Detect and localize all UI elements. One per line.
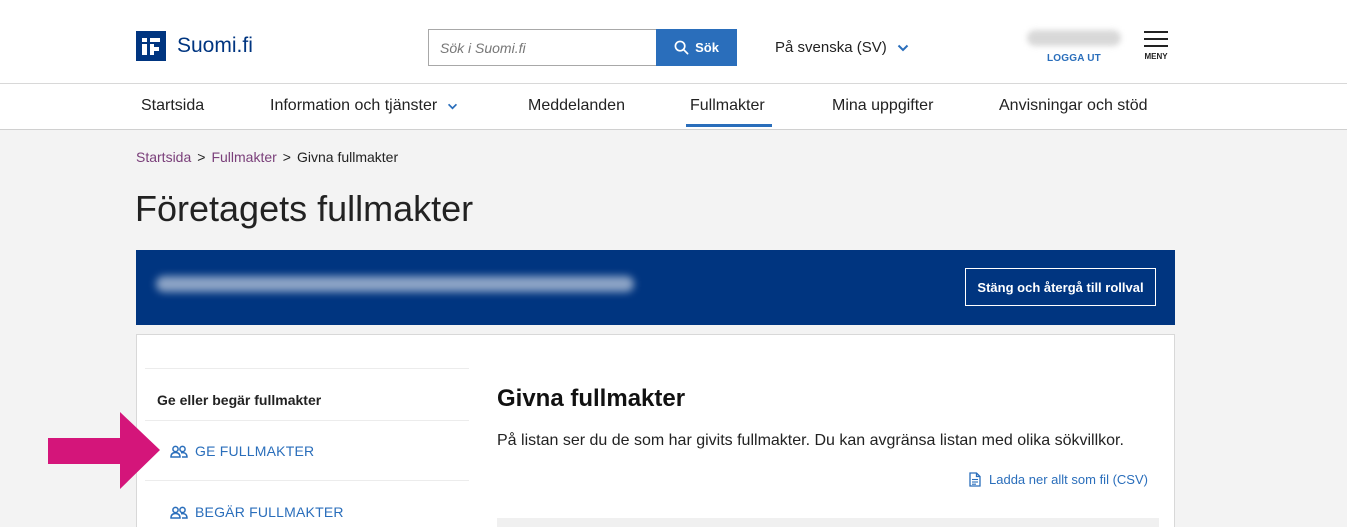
hamburger-icon xyxy=(1143,31,1169,47)
nav-item-label: Meddelanden xyxy=(528,97,625,114)
search-button-label: Sök xyxy=(695,40,719,55)
close-and-return-button[interactable]: Stäng och återgå till rollval xyxy=(965,268,1156,306)
search-input[interactable] xyxy=(428,29,656,66)
chevron-down-icon xyxy=(448,103,458,109)
nav-item-label: Mina uppgifter xyxy=(832,97,934,114)
menu-button[interactable]: MENY xyxy=(1143,31,1169,61)
sidebar-link-ge-fullmakter[interactable]: GE FULLMAKTER xyxy=(170,443,314,459)
sidebar-link-label: BEGÄR FULLMAKTER xyxy=(195,504,344,520)
breadcrumb-separator: > xyxy=(197,149,206,165)
logo-text: Suomi.fi xyxy=(177,34,253,57)
breadcrumb-separator: > xyxy=(282,149,291,165)
breadcrumb-current: Givna fullmakter xyxy=(296,149,399,165)
nav-active-indicator xyxy=(686,124,772,127)
download-csv-link[interactable]: Ladda ner allt som fil (CSV) xyxy=(969,472,1148,487)
users-icon xyxy=(170,506,188,519)
sidebar-heading: Ge eller begär fullmakter xyxy=(157,392,322,408)
sidebar-divider xyxy=(145,420,469,421)
menu-label: MENY xyxy=(1144,52,1168,61)
sidebar-link-begar-fullmakter[interactable]: BEGÄR FULLMAKTER xyxy=(170,504,344,520)
search-bar: Sök xyxy=(428,29,737,66)
chevron-down-icon xyxy=(897,44,908,51)
role-banner-text-redacted xyxy=(156,276,634,292)
logout-link[interactable]: LOGGA UT xyxy=(1026,53,1122,64)
sidebar-link-label: GE FULLMAKTER xyxy=(195,443,315,459)
user-account: LOGGA UT xyxy=(1026,30,1122,64)
language-label: På svenska (SV) xyxy=(775,39,887,56)
user-name-redacted xyxy=(1027,30,1121,46)
nav-item-anvisningar[interactable]: Anvisningar och stöd xyxy=(999,97,1148,115)
nav-item-label: Startsida xyxy=(141,97,205,114)
breadcrumb-link-fullmakter[interactable]: Fullmakter xyxy=(211,149,276,165)
nav-item-label: Anvisningar och stöd xyxy=(999,97,1148,114)
search-button[interactable]: Sök xyxy=(656,29,737,66)
nav-item-label: Fullmakter xyxy=(690,97,765,114)
download-csv-label: Ladda ner allt som fil (CSV) xyxy=(989,472,1148,487)
nav-item-label: Information och tjänster xyxy=(270,97,438,114)
main-navigation: Startsida Information och tjänster Medde… xyxy=(0,84,1347,130)
nav-item-startsida[interactable]: Startsida xyxy=(141,97,204,115)
role-banner: Stäng och återgå till rollval xyxy=(136,250,1175,325)
top-header: Suomi.fi Sök På svenska (SV) LOGGA UT ME… xyxy=(0,0,1347,84)
search-icon xyxy=(674,40,689,55)
language-selector[interactable]: På svenska (SV) xyxy=(775,39,909,56)
breadcrumb: Startsida > Fullmakter > Givna fullmakte… xyxy=(136,149,398,165)
results-table-header xyxy=(497,518,1159,527)
section-description: På listan ser du de som har givits fullm… xyxy=(497,432,1124,449)
suomi-fi-logo-icon xyxy=(136,31,166,61)
sidebar-divider xyxy=(145,480,469,481)
nav-item-fullmakter[interactable]: Fullmakter xyxy=(690,97,765,115)
annotation-arrow-icon xyxy=(48,412,160,489)
breadcrumb-link-startsida[interactable]: Startsida xyxy=(136,149,191,165)
nav-item-information[interactable]: Information och tjänster xyxy=(270,97,458,115)
content-card: Ge eller begär fullmakter GE FULLMAKTER … xyxy=(136,334,1175,527)
nav-item-meddelanden[interactable]: Meddelanden xyxy=(528,97,625,115)
sidebar-divider xyxy=(145,368,469,369)
file-icon xyxy=(969,472,981,487)
users-icon xyxy=(170,445,188,458)
nav-item-mina-uppgifter[interactable]: Mina uppgifter xyxy=(832,97,933,115)
page-title: Företagets fullmakter xyxy=(135,188,474,229)
section-title: Givna fullmakter xyxy=(497,385,686,412)
suomi-fi-logo[interactable]: Suomi.fi xyxy=(136,31,253,61)
